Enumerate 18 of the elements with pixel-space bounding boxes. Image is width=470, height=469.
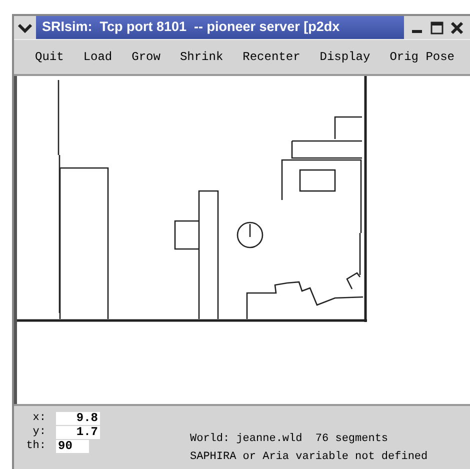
pose-value[interactable]: 90 <box>56 440 89 453</box>
pose-value[interactable]: 1.7 <box>56 426 100 439</box>
status-text: SAPHIRA or Aria variable not defined <box>190 452 428 463</box>
menu-button[interactable]: Display <box>320 48 370 66</box>
menu-button[interactable]: Load <box>83 48 112 66</box>
menu-button[interactable]: Orig Pose <box>390 48 454 66</box>
pose-value[interactable]: 9.8 <box>56 412 100 425</box>
maximize-icon[interactable] <box>430 20 444 34</box>
window-title: SRIsim: Tcp port 8101 -- pioneer server [p2dx <box>42 18 340 36</box>
menu-button[interactable]: Grow <box>132 48 160 66</box>
pose-label: x: <box>32 413 47 424</box>
pose-label: y: <box>32 427 47 438</box>
menu-button[interactable]: Recenter <box>242 48 300 66</box>
close-icon[interactable] <box>450 20 464 34</box>
menu-button[interactable]: Shrink <box>180 48 224 66</box>
pose-label: th: <box>25 441 47 452</box>
menu-button[interactable]: Quit <box>35 48 64 66</box>
status-text: World: jeanne.wld 76 segments <box>190 434 390 445</box>
